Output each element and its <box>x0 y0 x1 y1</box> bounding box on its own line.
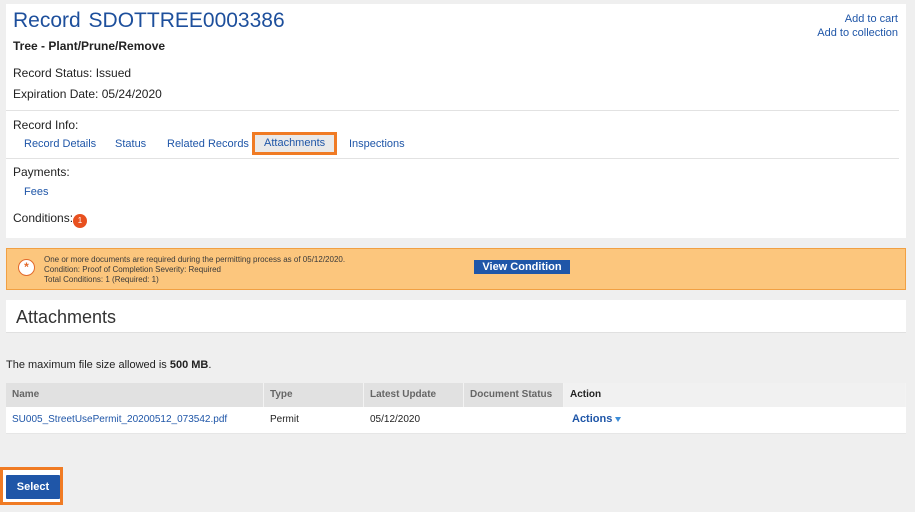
add-to-cart-link[interactable]: Add to cart <box>817 12 898 26</box>
tab-record-details[interactable]: Record Details <box>24 136 96 152</box>
page-title: Record SDOTTREE0003386 <box>13 9 285 33</box>
record-info-label: Record Info: <box>13 118 79 132</box>
record-status-label: Record Status: <box>13 66 93 80</box>
condition-detail: Condition: Proof of Completion Severity:… <box>44 265 221 274</box>
column-header-name[interactable]: Name <box>6 383 264 407</box>
record-summary-panel: Record SDOTTREE0003386 Add to cart Add t… <box>6 4 906 238</box>
column-header-latest-update[interactable]: Latest Update <box>364 383 464 407</box>
expiration-date: Expiration Date: 05/24/2020 <box>13 87 162 101</box>
cart-links: Add to cart Add to collection <box>817 12 898 40</box>
column-header-type[interactable]: Type <box>264 383 364 407</box>
divider <box>6 110 899 111</box>
condition-message: One or more documents are required durin… <box>44 255 346 264</box>
expiration-date-value: 05/24/2020 <box>101 87 162 101</box>
record-title-prefix: Record <box>13 9 81 32</box>
attachment-type: Permit <box>270 414 299 425</box>
record-status: Record Status: Issued <box>13 66 131 80</box>
actions-menu-button[interactable]: Actions <box>566 407 622 433</box>
select-button[interactable]: Select <box>6 475 60 499</box>
record-status-value: Issued <box>95 66 132 80</box>
view-condition-button[interactable]: View Condition <box>474 260 570 274</box>
table-row: SU005_StreetUsePermit_20200512_073542.pd… <box>6 407 906 434</box>
condition-banner: * One or more documents are required dur… <box>6 248 906 290</box>
attachment-document-status <box>464 407 470 433</box>
column-header-document-status[interactable]: Document Status <box>464 383 564 407</box>
conditions-count-badge: 1 <box>73 214 87 228</box>
max-file-size-note: The maximum file size allowed is 500 MB. <box>6 359 211 371</box>
condition-text: One or more documents are required durin… <box>44 255 345 285</box>
divider <box>6 158 899 159</box>
alert-star-icon: * <box>18 259 35 276</box>
chevron-down-icon <box>615 416 622 422</box>
payments-label: Payments: <box>13 165 70 179</box>
actions-label: Actions <box>572 413 613 425</box>
attachments-table: Name Type Latest Update Document Status … <box>6 383 906 434</box>
max-size-prefix: The maximum file size allowed is <box>6 359 170 371</box>
condition-totals: Total Conditions: 1 (Required: 1) <box>44 275 159 284</box>
column-header-action: Action <box>564 383 906 407</box>
tab-inspections[interactable]: Inspections <box>349 136 405 152</box>
record-id: SDOTTREE0003386 <box>88 9 285 32</box>
fees-link[interactable]: Fees <box>24 184 48 200</box>
tab-related-records[interactable]: Related Records <box>167 136 249 152</box>
select-button-highlight: Select <box>0 467 63 505</box>
tab-attachments[interactable]: Attachments <box>252 132 338 155</box>
tab-status[interactable]: Status <box>115 136 146 152</box>
add-to-collection-link[interactable]: Add to collection <box>817 26 898 40</box>
attachments-heading: Attachments <box>16 307 117 327</box>
conditions-label: Conditions: <box>13 211 74 225</box>
attachment-latest-update: 05/12/2020 <box>370 414 421 425</box>
table-header: Name Type Latest Update Document Status … <box>6 383 906 407</box>
attachment-file-link[interactable]: SU005_StreetUsePermit_20200512_073542.pd… <box>6 407 227 433</box>
max-size-suffix: . <box>208 359 212 371</box>
max-size-value: 500 MB <box>169 359 209 371</box>
record-type: Tree - Plant/Prune/Remove <box>13 39 166 53</box>
expiration-date-label: Expiration Date: <box>13 87 99 101</box>
attachments-header: Attachments <box>6 300 906 333</box>
